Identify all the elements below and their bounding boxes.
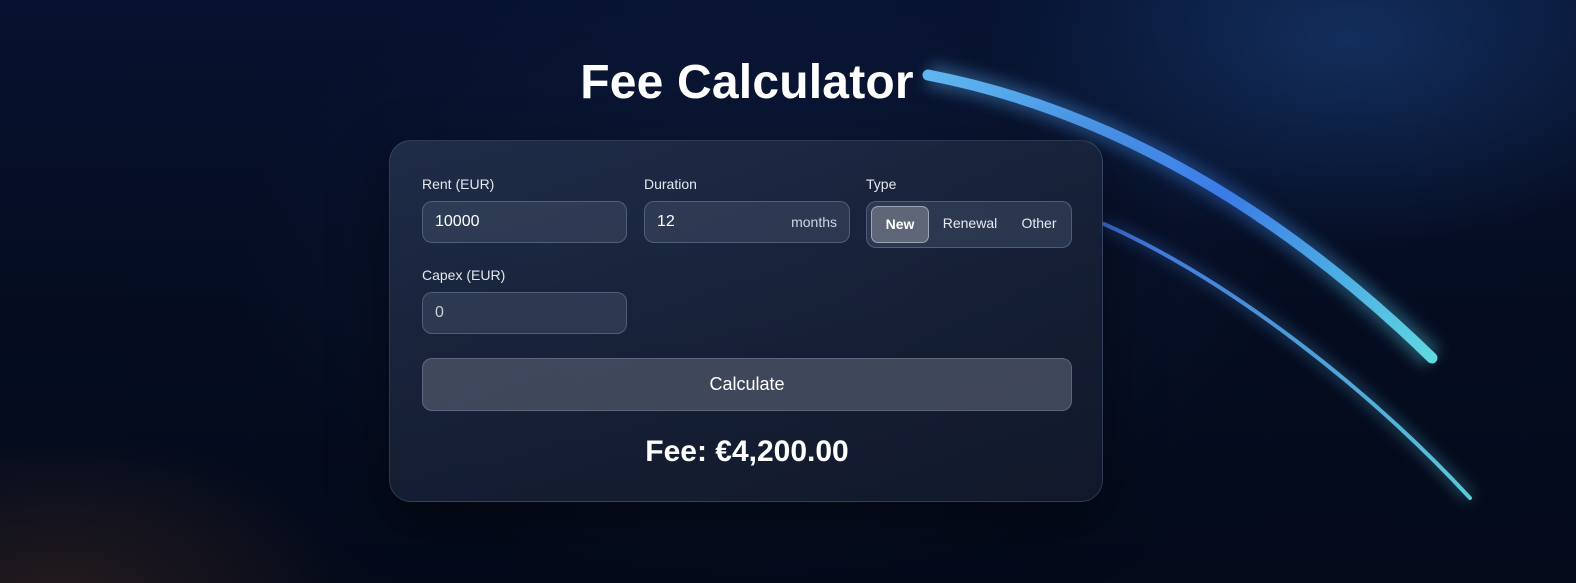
capex-input[interactable] <box>435 293 585 333</box>
capex-field-wrapper <box>422 292 627 334</box>
rent-field-wrapper <box>422 201 627 243</box>
fee-result: Fee: €4,200.00 <box>645 435 849 468</box>
capex-label: Capex (EUR) <box>422 267 506 283</box>
page-title: Fee Calculator <box>580 56 914 109</box>
duration-input[interactable] <box>657 202 777 242</box>
type-option-renewal[interactable]: Renewal <box>933 206 1007 243</box>
type-label: Type <box>866 176 897 192</box>
rent-label: Rent (EUR) <box>422 176 495 192</box>
duration-label: Duration <box>644 176 697 192</box>
rent-input[interactable] <box>435 202 585 242</box>
type-segmented-control: New Renewal Other <box>866 201 1072 248</box>
calculate-button[interactable]: Calculate <box>422 358 1072 411</box>
type-option-new[interactable]: New <box>871 206 929 243</box>
duration-unit-suffix: months <box>791 214 837 230</box>
duration-field-wrapper: months <box>644 201 850 243</box>
calculator-card: Rent (EUR) Duration months Type New Rene… <box>389 140 1103 502</box>
type-option-other[interactable]: Other <box>1011 206 1067 243</box>
